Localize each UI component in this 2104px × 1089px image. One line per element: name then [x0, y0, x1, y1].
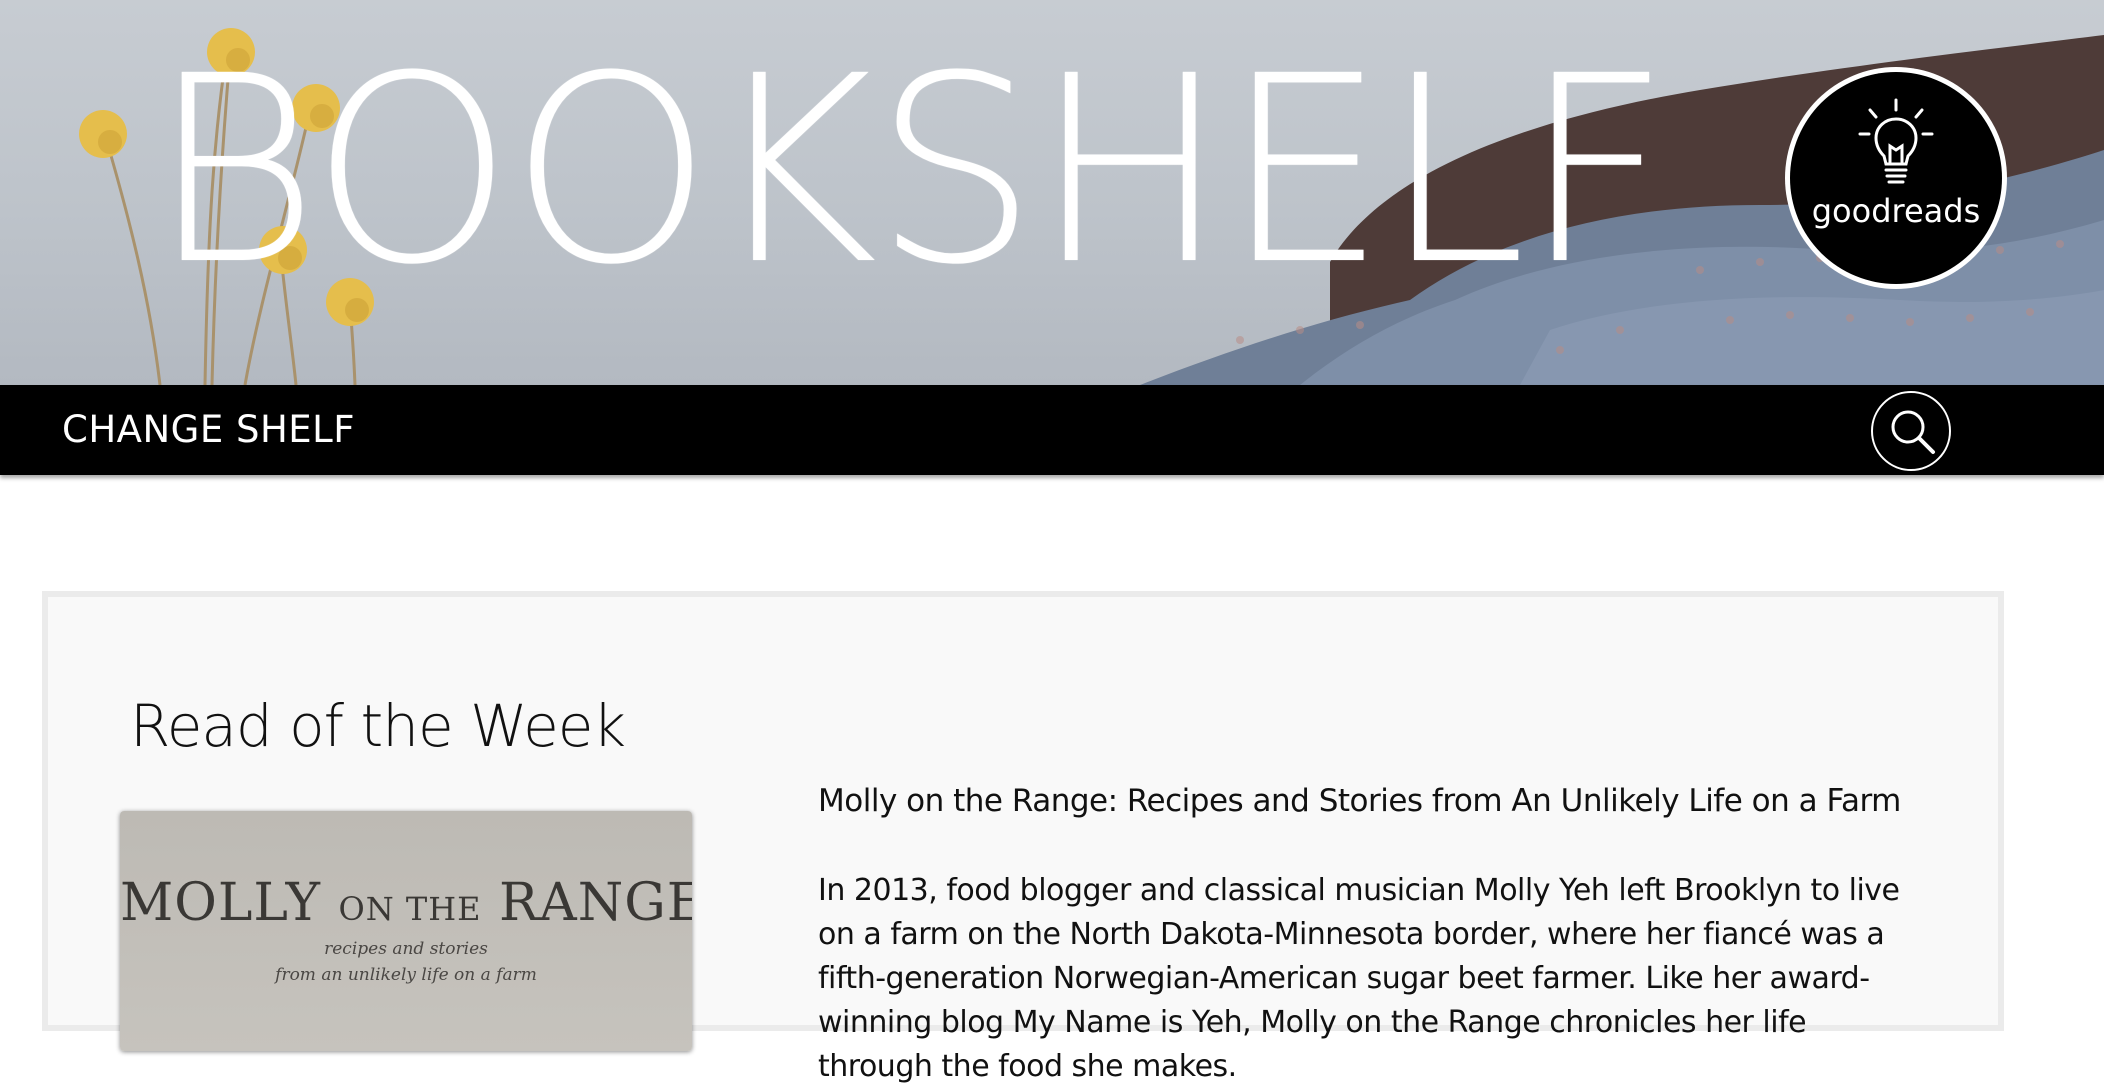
search-button[interactable] — [1871, 391, 1951, 471]
cover-title: MOLLY ON THE RANGE — [120, 873, 692, 933]
site-title: BOOKSHELF — [150, 21, 1671, 321]
book-title: Molly on the Range: Recipes and Stories … — [818, 783, 1901, 819]
book-cover-image[interactable]: MOLLY ON THE RANGE recipes and stories f… — [120, 811, 692, 1051]
search-icon — [1891, 410, 1935, 454]
book-description: In 2013, food blogger and classical musi… — [818, 873, 1900, 1084]
change-shelf-button[interactable]: CHANGE SHELF — [62, 385, 355, 475]
section-heading: Read of the Week — [130, 692, 626, 760]
cover-title-word2: RANGE — [499, 873, 692, 933]
lightbulb-icon — [1858, 98, 1934, 184]
cover-title-word1: MOLLY — [120, 873, 321, 933]
read-of-the-week-card: Read of the Week MOLLY ON THE RANGE reci… — [42, 591, 2004, 1084]
cover-subtitle-line1: recipes and stories — [324, 939, 488, 959]
cover-subtitle-line2: from an unlikely life on a farm — [275, 965, 537, 985]
cover-title-small: ON THE — [338, 890, 482, 928]
navbar: CHANGE SHELF — [0, 385, 2104, 475]
goodreads-label: goodreads — [1811, 192, 1981, 230]
header-banner: BOOKSHELF goodreads — [0, 0, 2104, 385]
goodreads-badge[interactable]: goodreads — [1790, 72, 2002, 284]
